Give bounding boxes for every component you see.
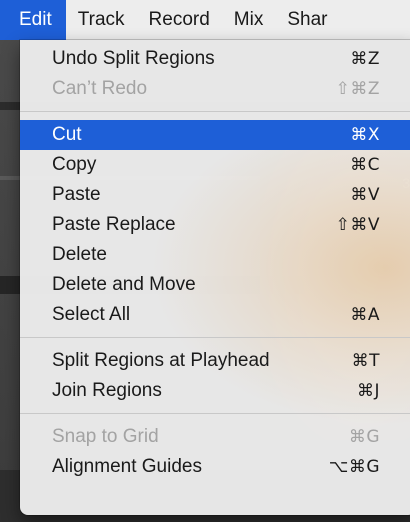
menu-item-label: Can’t Redo bbox=[52, 78, 148, 99]
menu-item-paste[interactable]: Paste ⌘V bbox=[20, 180, 410, 210]
menu-item-shortcut: ⌘A bbox=[350, 305, 380, 325]
menu-item-cut[interactable]: Cut ⌘X bbox=[20, 120, 410, 150]
menu-item-label: Paste Replace bbox=[52, 214, 176, 235]
menu-item-label: Copy bbox=[52, 154, 97, 175]
menu-item-shortcut: ⇧⌘Z bbox=[335, 79, 380, 99]
menu-item-label: Select All bbox=[52, 304, 131, 325]
menu-item-shortcut: ⌘V bbox=[350, 185, 380, 205]
menu-item-shortcut: ⌘G bbox=[348, 427, 380, 447]
menu-record[interactable]: Record bbox=[137, 0, 222, 40]
menu-share[interactable]: Shar bbox=[275, 0, 339, 40]
menu-edit[interactable]: Edit bbox=[0, 0, 66, 40]
menu-item-split-regions-at-playhead[interactable]: Split Regions at Playhead ⌘T bbox=[20, 346, 410, 376]
menu-item-label: Undo Split Regions bbox=[52, 48, 215, 69]
menu-item-shortcut: ⌘J bbox=[356, 381, 380, 401]
menu-item-snap-to-grid: Snap to Grid ⌘G bbox=[20, 422, 410, 452]
menu-item-join-regions[interactable]: Join Regions ⌘J bbox=[20, 376, 410, 406]
menu-item-shortcut: ⇧⌘V bbox=[335, 215, 380, 235]
menu-separator bbox=[20, 413, 410, 414]
menu-item-label: Join Regions bbox=[52, 380, 162, 401]
menu-item-delete-and-move[interactable]: Delete and Move bbox=[20, 270, 410, 300]
menu-item-shortcut: ⌘T bbox=[351, 351, 380, 371]
menu-item-delete[interactable]: Delete bbox=[20, 240, 410, 270]
edit-menu-dropdown: Undo Split Regions ⌘Z Can’t Redo ⇧⌘Z Cut… bbox=[20, 40, 410, 515]
menu-item-shortcut: ⌥⌘G bbox=[328, 457, 380, 477]
menu-item-label: Delete bbox=[52, 244, 107, 265]
menu-item-paste-replace[interactable]: Paste Replace ⇧⌘V bbox=[20, 210, 410, 240]
menu-item-label: Paste bbox=[52, 184, 101, 205]
menu-item-label: Delete and Move bbox=[52, 274, 196, 295]
menu-separator bbox=[20, 337, 410, 338]
menu-item-alignment-guides[interactable]: Alignment Guides ⌥⌘G bbox=[20, 452, 410, 482]
menu-item-undo-split-regions[interactable]: Undo Split Regions ⌘Z bbox=[20, 44, 410, 74]
menu-item-shortcut: ⌘X bbox=[350, 125, 380, 145]
menu-item-copy[interactable]: Copy ⌘C bbox=[20, 150, 410, 180]
menu-item-shortcut: ⌘C bbox=[350, 155, 380, 175]
menu-item-label: Alignment Guides bbox=[52, 456, 202, 477]
menu-item-label: Snap to Grid bbox=[52, 426, 159, 447]
menu-item-label: Split Regions at Playhead bbox=[52, 350, 270, 371]
menu-item-label: Cut bbox=[52, 124, 82, 145]
menu-item-cant-redo: Can’t Redo ⇧⌘Z bbox=[20, 74, 410, 104]
menu-item-select-all[interactable]: Select All ⌘A bbox=[20, 300, 410, 330]
menu-track[interactable]: Track bbox=[66, 0, 137, 40]
menu-mix[interactable]: Mix bbox=[222, 0, 276, 40]
menu-bar: Edit Track Record Mix Shar bbox=[0, 0, 410, 40]
menu-item-shortcut: ⌘Z bbox=[350, 49, 380, 69]
menu-separator bbox=[20, 111, 410, 112]
